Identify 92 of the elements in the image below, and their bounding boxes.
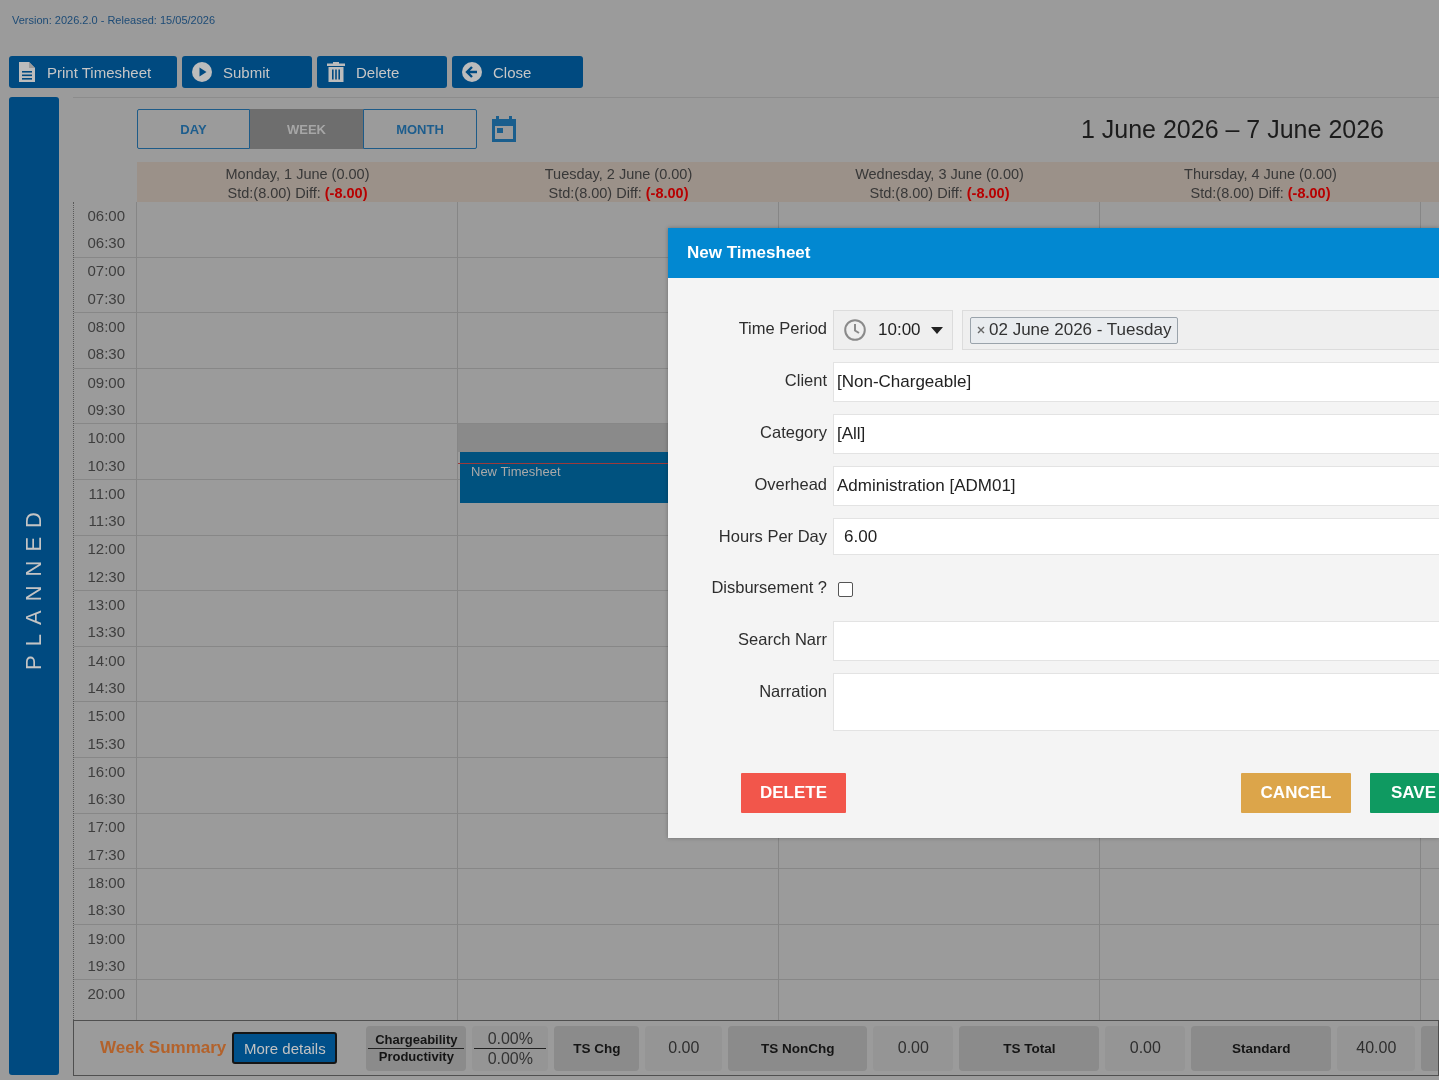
- checkbox[interactable]: [838, 582, 853, 597]
- field-label: Narration: [758, 681, 827, 702]
- close-button[interactable]: Close: [452, 56, 583, 88]
- field-label: Time Period: [737, 318, 827, 339]
- day-title: Wednesday, 3 June (0.00): [855, 165, 1024, 184]
- time-label: 06:00: [87, 206, 125, 225]
- number-field[interactable]: 6.00: [833, 518, 1439, 555]
- time-label: 16:00: [87, 762, 125, 781]
- day-title: Thursday, 4 June (0.00): [1184, 165, 1337, 184]
- play-circle-icon: [192, 62, 212, 82]
- time-label: 11:00: [88, 484, 125, 503]
- time-label: 15:30: [87, 734, 125, 753]
- date-range-title: 1 June 2026 – 7 June 2026: [1080, 114, 1384, 144]
- time-value: 10:00: [878, 320, 921, 340]
- date-select-field[interactable]: 02 June 2026 - Tuesday: [962, 310, 1439, 350]
- more-details-button[interactable]: More details: [232, 1032, 338, 1064]
- delete-button[interactable]: Delete: [317, 56, 447, 88]
- field-label: Disbursement ?: [710, 577, 827, 598]
- day-title: Tuesday, 2 June (0.00): [544, 165, 693, 184]
- submit-button[interactable]: Submit: [182, 56, 312, 88]
- date-tag[interactable]: 02 June 2026 - Tuesday: [970, 316, 1179, 344]
- stat-label: TS Chg: [554, 1025, 640, 1071]
- time-label: 10:30: [87, 456, 125, 475]
- ratio-value: 0.00%: [486, 1048, 534, 1068]
- save-button[interactable]: SAVE: [1370, 773, 1439, 813]
- day-difference: (-8.00): [324, 184, 368, 203]
- day-difference: (-8.00): [645, 184, 689, 203]
- day-standard-label: Std:(8.00) Diff:: [869, 184, 963, 203]
- stat-value: 0.00: [645, 1025, 723, 1071]
- time-label: 19:00: [87, 929, 125, 948]
- time-select[interactable]: 10:00: [833, 310, 953, 350]
- week-summary-title: Week Summary: [100, 1038, 227, 1058]
- textarea-field[interactable]: [833, 673, 1439, 731]
- ratio-value: 0.00%: [474, 1028, 547, 1049]
- time-label: 11:30: [88, 512, 125, 531]
- time-label: 13:30: [87, 623, 125, 642]
- time-label: 17:00: [87, 818, 125, 837]
- time-label: 06:30: [87, 234, 125, 253]
- time-label: 13:00: [87, 596, 125, 615]
- time-label: 16:30: [87, 790, 125, 809]
- stat-value: 0.00: [873, 1025, 954, 1071]
- time-label: 12:30: [87, 567, 125, 586]
- field-label: Category: [759, 422, 827, 443]
- time-label: 18:00: [87, 874, 125, 892]
- delete-button[interactable]: DELETE: [741, 773, 846, 813]
- stat-value: 0.00: [1105, 1025, 1186, 1071]
- time-label: 18:30: [87, 901, 125, 920]
- text-field[interactable]: [All]: [833, 414, 1439, 454]
- caret-down-icon: [930, 326, 943, 334]
- field-label: Hours Per Day: [717, 526, 827, 547]
- time-label: 10:00: [87, 429, 125, 448]
- version-text: Version: 2026.2.0 - Released: 15/05/2026: [12, 13, 216, 27]
- calendar-icon[interactable]: [492, 116, 516, 142]
- time-label: 08:30: [87, 345, 125, 364]
- day-standard-label: Std:(8.00) Diff:: [548, 184, 642, 203]
- time-label: 07:30: [87, 289, 125, 308]
- time-label: 09:30: [87, 400, 125, 419]
- day-standard-label: Std:(8.00) Diff:: [1190, 184, 1284, 203]
- stat-value: 40.00: [1337, 1025, 1416, 1071]
- stat-label: Standard: [1191, 1025, 1332, 1071]
- time-label: 15:00: [87, 707, 125, 726]
- clock-icon: [844, 319, 866, 341]
- field-label: Client: [783, 370, 827, 391]
- time-label: 09:00: [87, 373, 125, 392]
- field-label: Search Narr: [737, 629, 827, 650]
- time-label: 19:30: [87, 956, 125, 975]
- date-tag-text: 02 June 2026 - Tuesday: [989, 320, 1172, 340]
- text-field[interactable]: Administration [ADM01]: [833, 466, 1439, 506]
- text-field[interactable]: [833, 621, 1439, 661]
- document-icon: [19, 62, 35, 82]
- day-difference: (-8.00): [1287, 184, 1331, 203]
- ratio-label: Chargeability: [368, 1031, 465, 1049]
- time-label: 08:00: [87, 318, 125, 337]
- time-label: 20:00: [87, 985, 125, 1004]
- time-label: 12:00: [87, 540, 125, 559]
- day-title: Monday, 1 June (0.00): [225, 165, 370, 184]
- time-label: 14:00: [87, 651, 125, 670]
- time-label: 17:30: [87, 845, 125, 864]
- time-label: 14:30: [87, 678, 125, 697]
- dialog-title: New Timesheet: [687, 243, 811, 263]
- stat-label: TS Total: [959, 1025, 1100, 1071]
- day-standard-label: Std:(8.00) Diff:: [227, 184, 321, 203]
- arrow-left-circle-icon: [462, 62, 482, 82]
- text-field[interactable]: [Non-Chargeable]: [833, 362, 1439, 402]
- ratio-label: Productivity: [377, 1048, 455, 1065]
- time-label: 07:00: [87, 262, 125, 281]
- stat-label: TS NonChg: [728, 1025, 868, 1071]
- day-difference: (-8.00): [966, 184, 1010, 203]
- sidebar-label: PLANNED: [22, 502, 46, 670]
- remove-icon[interactable]: [977, 326, 985, 334]
- trash-icon: [327, 62, 345, 82]
- print-timesheet-button[interactable]: Print Timesheet: [9, 56, 177, 88]
